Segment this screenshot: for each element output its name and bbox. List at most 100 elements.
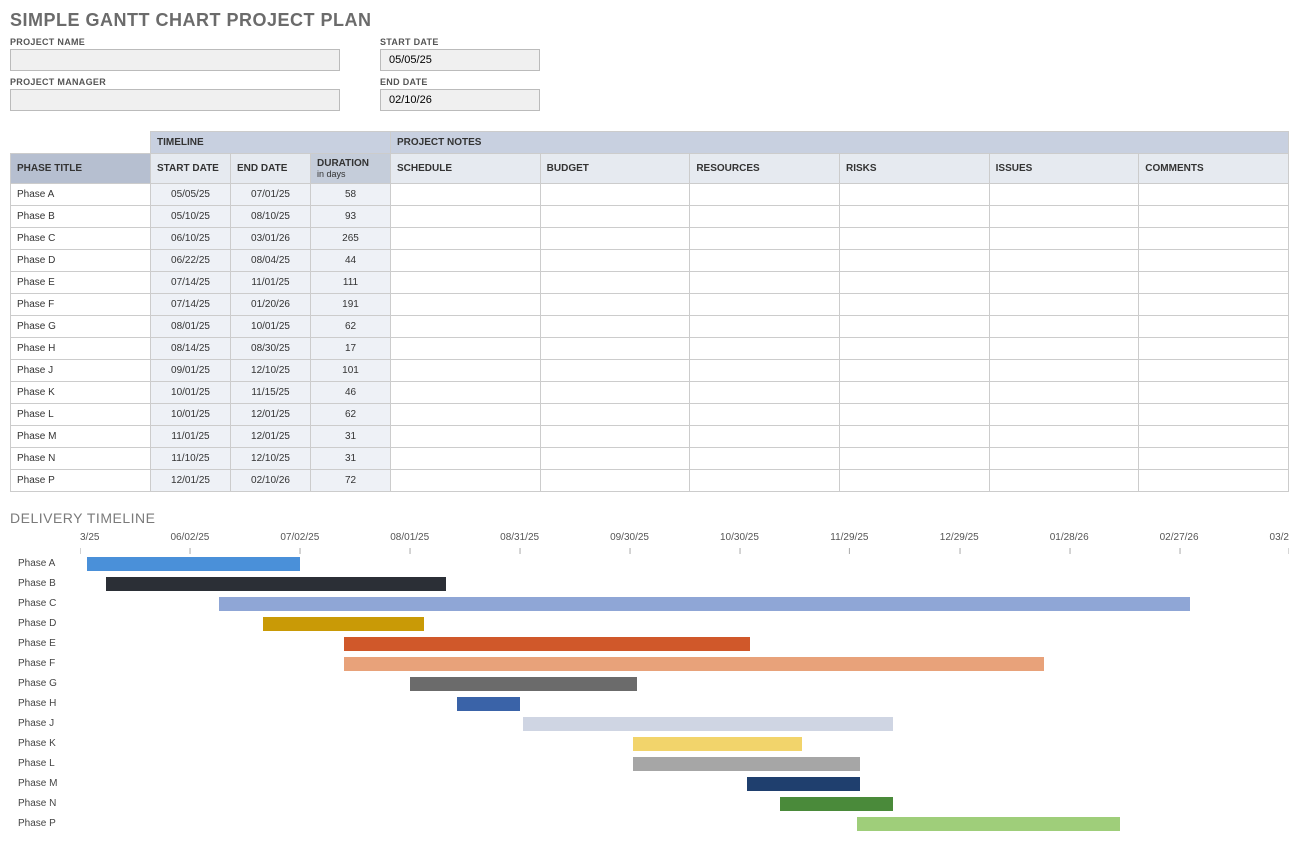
risks-cell[interactable] bbox=[839, 448, 989, 470]
phase-cell[interactable]: Phase H bbox=[11, 338, 151, 360]
risks-cell[interactable] bbox=[839, 382, 989, 404]
start-cell[interactable]: 06/10/25 bbox=[151, 228, 231, 250]
budget-cell[interactable] bbox=[540, 294, 690, 316]
risks-cell[interactable] bbox=[839, 404, 989, 426]
issues-cell[interactable] bbox=[989, 448, 1139, 470]
schedule-cell[interactable] bbox=[391, 470, 541, 492]
table-row[interactable]: Phase P12/01/2502/10/2672 bbox=[11, 470, 1289, 492]
issues-cell[interactable] bbox=[989, 316, 1139, 338]
risks-cell[interactable] bbox=[839, 184, 989, 206]
phase-cell[interactable]: Phase A bbox=[11, 184, 151, 206]
budget-cell[interactable] bbox=[540, 448, 690, 470]
start-cell[interactable]: 11/01/25 bbox=[151, 426, 231, 448]
table-row[interactable]: Phase N11/10/2512/10/2531 bbox=[11, 448, 1289, 470]
start-cell[interactable]: 09/01/25 bbox=[151, 360, 231, 382]
table-row[interactable]: Phase K10/01/2511/15/2546 bbox=[11, 382, 1289, 404]
comments-cell[interactable] bbox=[1139, 338, 1289, 360]
end-cell[interactable]: 11/15/25 bbox=[231, 382, 311, 404]
budget-cell[interactable] bbox=[540, 250, 690, 272]
duration-cell[interactable]: 62 bbox=[311, 404, 391, 426]
issues-cell[interactable] bbox=[989, 470, 1139, 492]
schedule-cell[interactable] bbox=[391, 206, 541, 228]
table-row[interactable]: Phase H08/14/2508/30/2517 bbox=[11, 338, 1289, 360]
end-cell[interactable]: 08/04/25 bbox=[231, 250, 311, 272]
budget-cell[interactable] bbox=[540, 360, 690, 382]
budget-cell[interactable] bbox=[540, 338, 690, 360]
table-row[interactable]: Phase L10/01/2512/01/2562 bbox=[11, 404, 1289, 426]
budget-cell[interactable] bbox=[540, 426, 690, 448]
end-cell[interactable]: 12/01/25 bbox=[231, 404, 311, 426]
schedule-cell[interactable] bbox=[391, 360, 541, 382]
table-row[interactable]: Phase D06/22/2508/04/2544 bbox=[11, 250, 1289, 272]
comments-cell[interactable] bbox=[1139, 470, 1289, 492]
resources-cell[interactable] bbox=[690, 338, 840, 360]
schedule-cell[interactable] bbox=[391, 294, 541, 316]
phase-cell[interactable]: Phase C bbox=[11, 228, 151, 250]
resources-cell[interactable] bbox=[690, 228, 840, 250]
schedule-cell[interactable] bbox=[391, 448, 541, 470]
end-cell[interactable]: 07/01/25 bbox=[231, 184, 311, 206]
resources-cell[interactable] bbox=[690, 316, 840, 338]
comments-cell[interactable] bbox=[1139, 316, 1289, 338]
duration-cell[interactable]: 58 bbox=[311, 184, 391, 206]
risks-cell[interactable] bbox=[839, 206, 989, 228]
risks-cell[interactable] bbox=[839, 228, 989, 250]
end-cell[interactable]: 01/20/26 bbox=[231, 294, 311, 316]
resources-cell[interactable] bbox=[690, 206, 840, 228]
risks-cell[interactable] bbox=[839, 294, 989, 316]
duration-cell[interactable]: 72 bbox=[311, 470, 391, 492]
duration-cell[interactable]: 62 bbox=[311, 316, 391, 338]
risks-cell[interactable] bbox=[839, 426, 989, 448]
resources-cell[interactable] bbox=[690, 294, 840, 316]
start-cell[interactable]: 08/14/25 bbox=[151, 338, 231, 360]
resources-cell[interactable] bbox=[690, 426, 840, 448]
schedule-cell[interactable] bbox=[391, 228, 541, 250]
budget-cell[interactable] bbox=[540, 316, 690, 338]
duration-cell[interactable]: 101 bbox=[311, 360, 391, 382]
schedule-cell[interactable] bbox=[391, 382, 541, 404]
start-cell[interactable]: 12/01/25 bbox=[151, 470, 231, 492]
project-manager-input[interactable] bbox=[10, 89, 340, 111]
comments-cell[interactable] bbox=[1139, 294, 1289, 316]
phase-cell[interactable]: Phase D bbox=[11, 250, 151, 272]
budget-cell[interactable] bbox=[540, 272, 690, 294]
end-cell[interactable]: 08/10/25 bbox=[231, 206, 311, 228]
phase-cell[interactable]: Phase J bbox=[11, 360, 151, 382]
comments-cell[interactable] bbox=[1139, 404, 1289, 426]
issues-cell[interactable] bbox=[989, 250, 1139, 272]
phase-cell[interactable]: Phase M bbox=[11, 426, 151, 448]
budget-cell[interactable] bbox=[540, 382, 690, 404]
phase-cell[interactable]: Phase P bbox=[11, 470, 151, 492]
budget-cell[interactable] bbox=[540, 470, 690, 492]
issues-cell[interactable] bbox=[989, 404, 1139, 426]
phase-cell[interactable]: Phase B bbox=[11, 206, 151, 228]
issues-cell[interactable] bbox=[989, 294, 1139, 316]
comments-cell[interactable] bbox=[1139, 250, 1289, 272]
issues-cell[interactable] bbox=[989, 184, 1139, 206]
issues-cell[interactable] bbox=[989, 206, 1139, 228]
resources-cell[interactable] bbox=[690, 272, 840, 294]
phase-cell[interactable]: Phase F bbox=[11, 294, 151, 316]
project-name-input[interactable] bbox=[10, 49, 340, 71]
issues-cell[interactable] bbox=[989, 272, 1139, 294]
risks-cell[interactable] bbox=[839, 470, 989, 492]
duration-cell[interactable]: 111 bbox=[311, 272, 391, 294]
resources-cell[interactable] bbox=[690, 360, 840, 382]
issues-cell[interactable] bbox=[989, 382, 1139, 404]
comments-cell[interactable] bbox=[1139, 426, 1289, 448]
table-row[interactable]: Phase A05/05/2507/01/2558 bbox=[11, 184, 1289, 206]
duration-cell[interactable]: 46 bbox=[311, 382, 391, 404]
duration-cell[interactable]: 31 bbox=[311, 448, 391, 470]
budget-cell[interactable] bbox=[540, 404, 690, 426]
issues-cell[interactable] bbox=[989, 360, 1139, 382]
schedule-cell[interactable] bbox=[391, 184, 541, 206]
schedule-cell[interactable] bbox=[391, 404, 541, 426]
comments-cell[interactable] bbox=[1139, 206, 1289, 228]
resources-cell[interactable] bbox=[690, 184, 840, 206]
phase-cell[interactable]: Phase G bbox=[11, 316, 151, 338]
resources-cell[interactable] bbox=[690, 448, 840, 470]
start-cell[interactable]: 07/14/25 bbox=[151, 272, 231, 294]
risks-cell[interactable] bbox=[839, 338, 989, 360]
end-cell[interactable]: 10/01/25 bbox=[231, 316, 311, 338]
phase-cell[interactable]: Phase K bbox=[11, 382, 151, 404]
